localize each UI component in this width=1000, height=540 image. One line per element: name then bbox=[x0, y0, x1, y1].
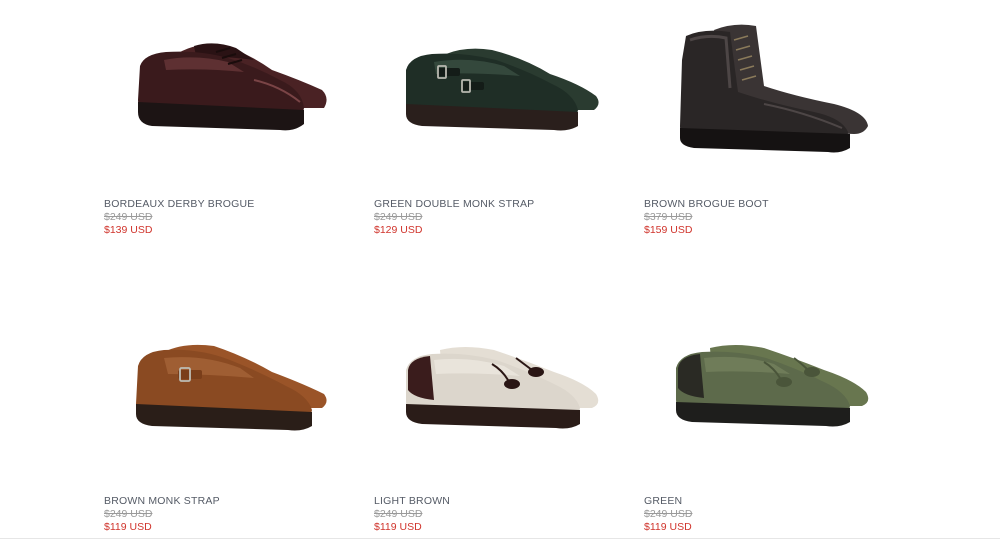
product-name[interactable]: BROWN MONK STRAP bbox=[104, 495, 344, 508]
sale-price: $129 USD bbox=[374, 224, 423, 236]
brown-suede-monk-strap-icon bbox=[136, 344, 327, 431]
product-grid: BORDEAUX DERBY BROGUE $249 USD $139 USD … bbox=[0, 0, 1000, 540]
original-price: $249 USD bbox=[104, 211, 153, 223]
product-image[interactable] bbox=[104, 300, 344, 490]
product-name[interactable]: LIGHT BROWN bbox=[374, 495, 614, 508]
sale-price: $139 USD bbox=[104, 224, 153, 236]
original-price: $249 USD bbox=[644, 508, 693, 520]
product-image[interactable] bbox=[374, 300, 614, 490]
original-price: $379 USD bbox=[644, 211, 693, 223]
product-image[interactable] bbox=[644, 300, 884, 490]
green-suede-tassel-loafer-icon bbox=[676, 345, 869, 427]
product-image[interactable] bbox=[104, 0, 344, 190]
bordeaux-derby-brogue-icon bbox=[138, 43, 327, 131]
original-price: $249 USD bbox=[374, 211, 423, 223]
product-name[interactable]: GREEN bbox=[644, 495, 884, 508]
original-price: $249 USD bbox=[104, 508, 153, 520]
linen-tassel-loafer-icon bbox=[406, 347, 599, 429]
brown-brogue-boot-icon bbox=[680, 24, 868, 153]
product-name[interactable]: GREEN DOUBLE MONK STRAP bbox=[374, 198, 614, 211]
green-double-monk-strap-icon bbox=[406, 48, 599, 131]
page-divider bbox=[0, 538, 1000, 539]
sale-price: $119 USD bbox=[104, 521, 152, 533]
product-name[interactable]: BROWN BROGUE BOOT bbox=[644, 198, 884, 211]
product-image[interactable] bbox=[374, 0, 614, 190]
product-image[interactable] bbox=[644, 0, 884, 190]
sale-price: $159 USD bbox=[644, 224, 693, 236]
original-price: $249 USD bbox=[374, 508, 423, 520]
sale-price: $119 USD bbox=[644, 521, 692, 533]
product-name[interactable]: BORDEAUX DERBY BROGUE bbox=[104, 198, 344, 211]
sale-price: $119 USD bbox=[374, 521, 422, 533]
